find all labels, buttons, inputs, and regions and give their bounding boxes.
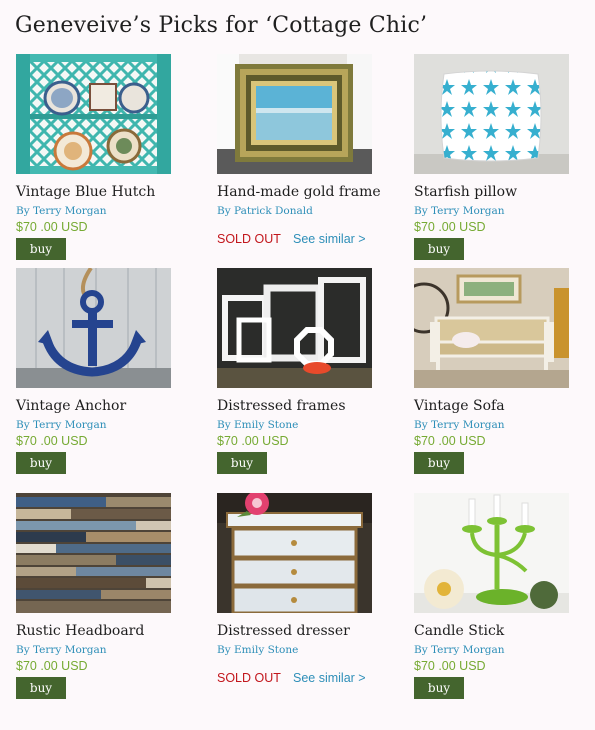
buy-button[interactable]: buy [16,452,66,474]
sofa-image[interactable] [414,268,569,388]
seller-link[interactable]: By Terry Morgan [414,419,505,431]
distressed-frames-image[interactable] [217,268,372,388]
gold-frame-image[interactable] [217,54,372,174]
product-title[interactable]: Rustic Headboard [16,623,191,639]
blue-hutch-image[interactable] [16,54,171,174]
buy-button[interactable]: buy [414,452,464,474]
starfish-pillow-image[interactable] [414,54,569,174]
buy-button[interactable]: buy [414,238,464,260]
seller-link[interactable]: By Terry Morgan [16,205,107,217]
dresser-image[interactable] [217,493,372,613]
headboard-image[interactable] [16,493,171,613]
page-title: Geneveive’s Picks for ‘Cottage Chic’ [15,13,428,38]
product-price: $70 .00 USD [414,659,486,673]
product-title[interactable]: Candle Stick [414,623,589,639]
sold-out-label: SOLD OUT [217,232,281,246]
seller-link[interactable]: By Emily Stone [217,644,298,656]
product-price: $70 .00 USD [217,434,289,448]
buy-button[interactable]: buy [16,238,66,260]
product-price: $70 .00 USD [16,220,88,234]
buy-button[interactable]: buy [414,677,464,699]
product-title[interactable]: Hand-made gold frame [217,184,392,200]
buy-button[interactable]: buy [16,677,66,699]
seller-link[interactable]: By Terry Morgan [16,419,107,431]
candlestick-image[interactable] [414,493,569,613]
see-similar-link[interactable]: See similar > [293,671,366,685]
product-price: $70 .00 USD [16,434,88,448]
seller-link[interactable]: By Terry Morgan [16,644,107,656]
product-price: $70 .00 USD [414,220,486,234]
product-price: $70 .00 USD [414,434,486,448]
product-price: $70 .00 USD [16,659,88,673]
seller-link[interactable]: By Patrick Donald [217,205,313,217]
buy-button[interactable]: buy [217,452,267,474]
product-title[interactable]: Vintage Blue Hutch [16,184,191,200]
seller-link[interactable]: By Emily Stone [217,419,298,431]
product-title[interactable]: Distressed dresser [217,623,392,639]
seller-link[interactable]: By Terry Morgan [414,644,505,656]
product-title[interactable]: Vintage Anchor [16,398,191,414]
sold-out-label: SOLD OUT [217,671,281,685]
product-title[interactable]: Vintage Sofa [414,398,589,414]
product-title[interactable]: Starfish pillow [414,184,589,200]
product-title[interactable]: Distressed frames [217,398,392,414]
seller-link[interactable]: By Terry Morgan [414,205,505,217]
anchor-image[interactable] [16,268,171,388]
see-similar-link[interactable]: See similar > [293,232,366,246]
